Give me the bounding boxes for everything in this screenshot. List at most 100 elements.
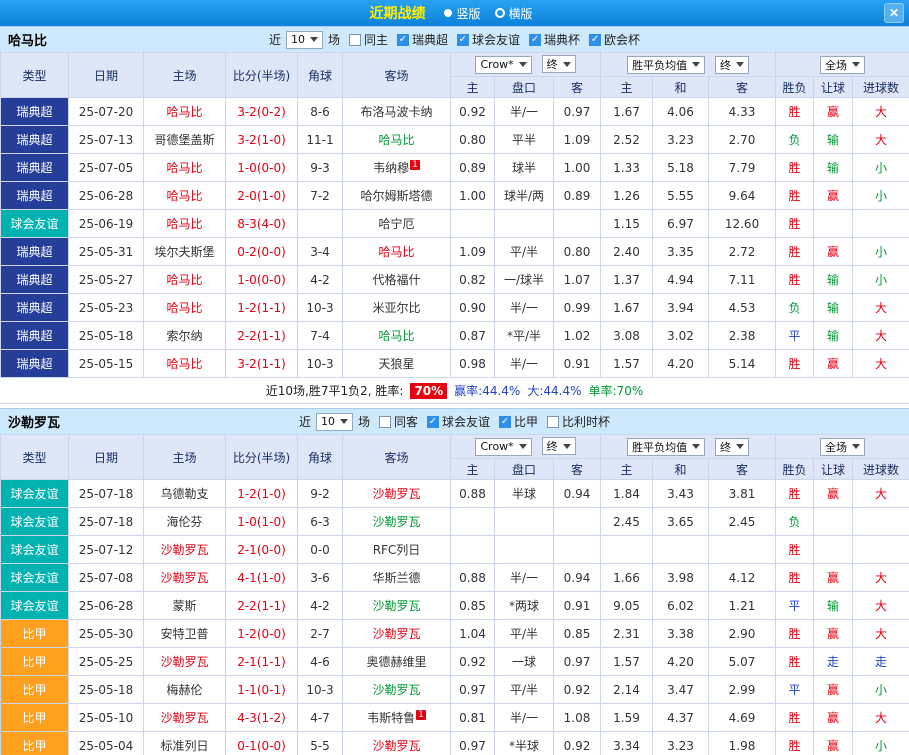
match-score: 4-1(1-0)	[225, 563, 298, 592]
asia-away-odds: 0.97	[552, 97, 602, 126]
asia-home-odds: 0.97	[450, 731, 495, 755]
team-name: 哈马比	[8, 34, 48, 49]
avg-final-value: 终	[719, 58, 731, 72]
asia-home-odds: 0.81	[450, 703, 495, 732]
league-badge: 瑞典超	[0, 125, 69, 154]
match-date: 25-05-25	[68, 647, 144, 676]
match-count-select[interactable]: 10	[285, 30, 323, 49]
single-rate: 单率:70%	[588, 384, 644, 398]
avg-draw-odds: 3.65	[652, 507, 710, 536]
col-home: 主场	[143, 52, 226, 98]
away-team: 奥德赫维里	[342, 647, 451, 676]
filter-checkbox[interactable]: 同主	[348, 31, 388, 48]
filter-checkbox[interactable]: 球会友谊	[457, 31, 520, 48]
avg-away-odds: 4.33	[708, 97, 777, 126]
avg-draw-odds: 3.47	[652, 675, 710, 704]
avg-select-value: 胜平负均值	[632, 440, 688, 454]
asia-home-odds	[450, 209, 495, 238]
avg-select[interactable]: 胜平负均值	[627, 437, 706, 456]
avg-home-odds: 1.84	[600, 479, 654, 508]
away-team: RFC列日	[342, 535, 451, 564]
match-row: 比甲 25-05-18 梅赫伦 1-1(0-1) 10-3 沙勒罗瓦 0.97 平/半 0.92…	[0, 675, 909, 704]
away-team: 华斯兰德	[342, 563, 451, 592]
away-team: 沙勒罗瓦	[342, 507, 451, 536]
match-score: 2-0(1-0)	[225, 181, 298, 210]
caret-down-icon	[562, 61, 571, 67]
matches-table: 类型 日期 主场 比分(半场) 角球 客场 Crow* 终 胜平负均值 终 全场…	[0, 52, 909, 378]
league-badge: 比甲	[0, 619, 69, 648]
asia-final-select[interactable]: 终	[541, 437, 576, 456]
filter-checkbox[interactable]: 欧会杯	[589, 31, 640, 48]
radio-icon	[444, 9, 453, 17]
result-goals: 大	[852, 619, 909, 648]
layout-radio-horizontal[interactable]: 横版	[494, 5, 533, 22]
avg-final-select[interactable]: 终	[714, 55, 749, 74]
result-handicap: 赢	[813, 563, 854, 592]
col-away: 客场	[342, 52, 451, 98]
asia-home-odds: 0.97	[450, 675, 495, 704]
asia-home-odds: 0.89	[450, 153, 495, 182]
avg-select[interactable]: 胜平负均值	[627, 55, 706, 74]
result-goals: 小	[852, 675, 909, 704]
avg-draw-odds: 4.06	[652, 97, 710, 126]
result-wdl: 平	[775, 321, 815, 350]
bookmaker-select[interactable]: Crow*	[475, 55, 532, 74]
filter-checkbox[interactable]: 比利时杯	[547, 413, 610, 430]
layout-radio-vertical[interactable]: 竖版	[444, 5, 481, 22]
avg-final-select[interactable]: 终	[714, 437, 749, 456]
result-handicap: 赢	[813, 703, 854, 732]
scope-select[interactable]: 全场	[820, 55, 866, 74]
asia-away-odds: 1.08	[552, 703, 602, 732]
match-date: 25-05-31	[68, 237, 144, 266]
checkbox-icon	[396, 33, 409, 46]
match-date: 25-05-15	[68, 349, 144, 378]
summary-text: 近10场,胜7平1负2, 胜率:	[265, 384, 404, 398]
match-count-select[interactable]: 10	[315, 412, 353, 431]
match-score: 2-2(1-1)	[225, 321, 298, 350]
result-handicap: 赢	[813, 181, 854, 210]
match-row: 瑞典超 25-05-18 索尔纳 2-2(1-1) 7-4 哈马比 0.87 *平/半 1.02…	[0, 321, 909, 350]
result-wdl: 胜	[775, 647, 815, 676]
asia-home-odds: 0.90	[450, 293, 495, 322]
bookmaker-select[interactable]: Crow*	[475, 437, 532, 456]
subcol-goals: 进球数	[852, 76, 909, 98]
big-rate: 大:44.4%	[527, 384, 582, 398]
result-wdl: 胜	[775, 563, 815, 592]
filter-checkbox[interactable]: 瑞典杯	[529, 31, 580, 48]
avg-draw-odds: 4.37	[652, 703, 710, 732]
league-badge: 球会友谊	[0, 479, 69, 508]
asia-handicap: *半球	[494, 731, 554, 755]
asia-away-odds: 1.00	[552, 153, 602, 182]
filter-checkbox[interactable]: 瑞典超	[396, 31, 448, 48]
avg-home-odds: 2.31	[600, 619, 654, 648]
corner-count: 7-2	[297, 181, 343, 210]
asia-final-select[interactable]: 终	[541, 55, 576, 74]
scope-select[interactable]: 全场	[820, 437, 866, 456]
asia-home-odds: 0.87	[450, 321, 495, 350]
result-wdl: 平	[775, 591, 815, 620]
checkbox-icon	[378, 415, 391, 428]
asia-handicap: 平/半	[494, 675, 554, 704]
result-wdl: 平	[775, 675, 815, 704]
match-row: 比甲 25-05-25 沙勒罗瓦 2-1(1-1) 4-6 奥德赫维里 0.92 一球 0.97…	[0, 647, 909, 676]
close-button[interactable]: ✕	[884, 3, 904, 23]
radio-selected-icon	[494, 8, 505, 18]
asia-home-odds	[450, 507, 495, 536]
asia-home-odds: 0.92	[450, 647, 495, 676]
match-row: 瑞典超 25-07-20 哈马比 3-2(0-2) 8-6 布洛马波卡纳 0.92 半/一 0.…	[0, 97, 909, 126]
result-handicap: 输	[813, 265, 854, 294]
corner-count: 9-3	[297, 153, 343, 182]
filter-checkbox[interactable]: 比甲	[499, 413, 538, 430]
filter-checkbox[interactable]: 球会友谊	[427, 413, 490, 430]
avg-draw-odds: 6.02	[652, 591, 710, 620]
avg-away-odds: 9.64	[708, 181, 777, 210]
asia-away-odds: 0.92	[552, 675, 602, 704]
result-goals: 大	[852, 563, 909, 592]
avg-away-odds: 5.07	[708, 647, 777, 676]
league-badge: 比甲	[0, 647, 69, 676]
summary-bar: 近10场,胜7平1负2, 胜率: 70% 赢率:44.4% 大:44.4% 单率…	[0, 378, 909, 404]
result-handicap: 输	[813, 591, 854, 620]
filter-checkbox[interactable]: 同客	[378, 413, 418, 430]
checkbox-label: 球会友谊	[442, 415, 491, 429]
avg-home-odds: 1.33	[600, 153, 654, 182]
